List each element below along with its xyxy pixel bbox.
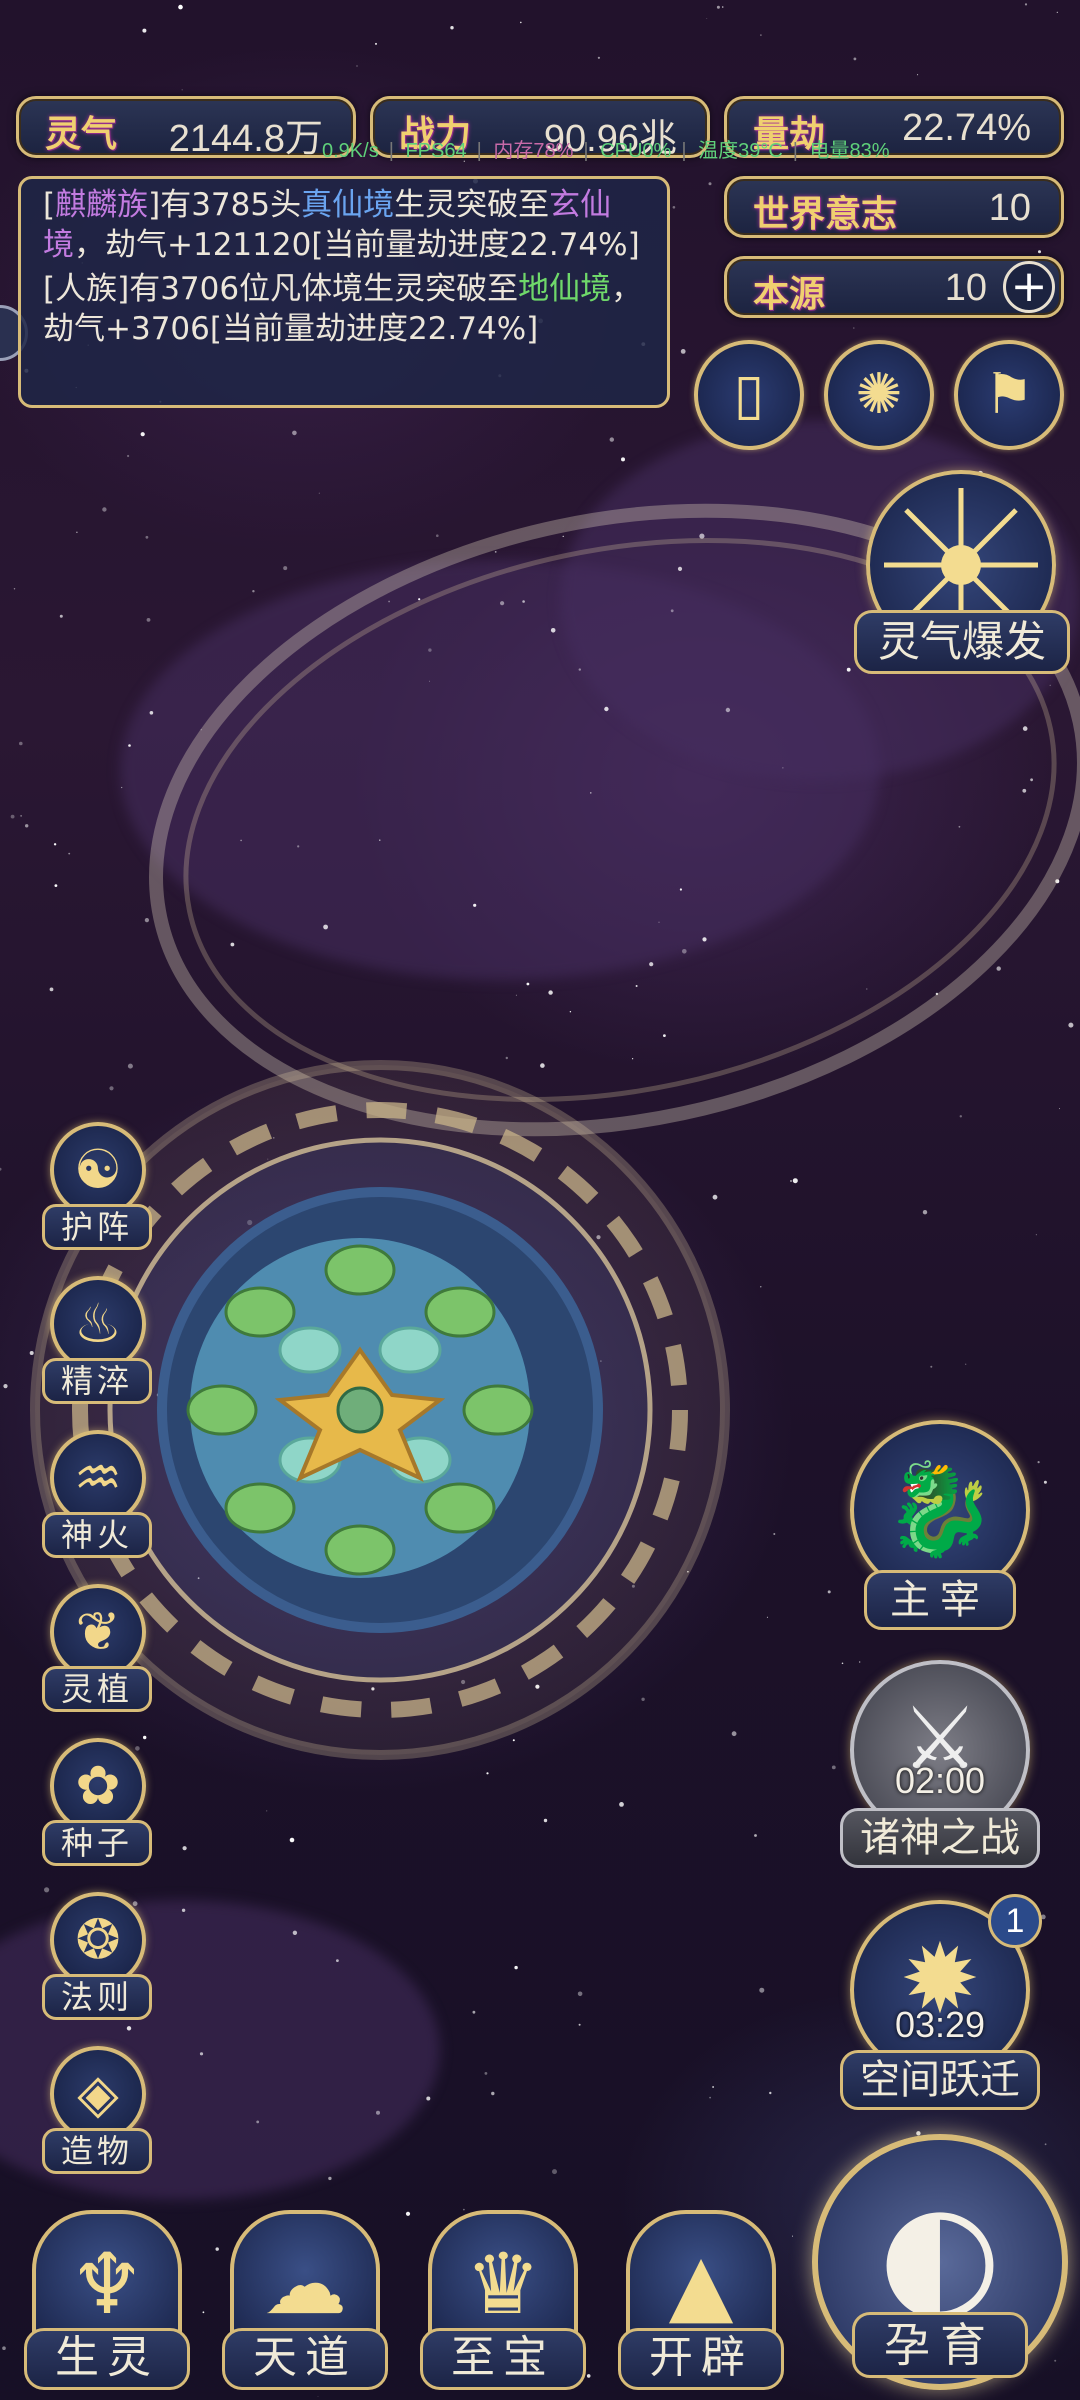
shijie-yizhi-resource[interactable]: 世界意志 10 [724,176,1064,238]
benyuan-value: 10 [944,267,987,309]
zhushen-zhizhan-button[interactable]: ⚔ 02:00 诸神之战 [840,1660,1040,1874]
vortex-icon: ✺ [855,362,903,427]
memory-readout: 内存78% [493,140,574,162]
side-item-jing-cui[interactable]: ♨ 精淬 [42,1276,152,1424]
side-item-ling-zhi[interactable]: ❦ 灵植 [42,1584,152,1732]
battery-readout: 电量83% [809,140,890,162]
yunyu-label: 孕育 [852,2312,1028,2378]
yunyu-button[interactable]: ◐ 孕育 [812,2134,1068,2390]
lingqi-resource: 灵气 2144.8万 [16,96,356,160]
benyuan-resource[interactable]: 本源 10 + [724,256,1064,318]
scroll-icon: ▯ [733,362,765,427]
temperature-readout: 温度39°C [698,140,783,162]
zhuzai-button[interactable]: 🐉 主宰 [840,1420,1040,1634]
kongjian-label: 空间跃迁 [840,2050,1040,2110]
zhushen-timer: 02:00 [894,1760,986,1801]
side-item-label: 种子 [42,1820,152,1866]
side-item-label: 法则 [42,1974,152,2020]
event-log-panel: [麒麟族]有3785头真仙境生灵突破至玄仙境，劫气+121120[当前量劫进度2… [18,176,670,408]
plus-icon[interactable]: + [1003,261,1055,313]
lingqi-label: 灵气 [45,113,118,155]
side-item-label: 精淬 [42,1358,152,1404]
side-item-label: 灵植 [42,1666,152,1712]
network-speed: 0.9K/s [322,140,379,162]
scroll-button[interactable]: ▯ [694,340,804,450]
benyuan-label: 本源 [753,273,826,315]
side-item-label: 神火 [42,1512,152,1558]
nav-label: 至宝 [420,2328,586,2390]
side-item-label: 造物 [42,2128,152,2174]
nav-tian-dao[interactable]: ☁ 天道 [212,2200,396,2400]
nav-zhi-bao[interactable]: ♛ 至宝 [410,2200,594,2400]
side-item-shen-huo[interactable]: ♒ 神火 [42,1430,152,1578]
flag-icon: ⚑ [983,362,1035,427]
side-item-hu-zhen[interactable]: ☯ 护阵 [42,1122,152,1270]
nav-label: 天道 [222,2328,388,2390]
side-item-zao-wu[interactable]: ◈ 造物 [42,2046,152,2194]
nav-kai-pi[interactable]: ▲ 开辟 [608,2200,792,2400]
burst-label: 灵气爆发 [854,610,1070,674]
side-item-zhong-zi[interactable]: ✿ 种子 [42,1738,152,1886]
shijie-yizhi-label: 世界意志 [753,193,898,235]
liangjie-value: 22.74% [902,107,1031,149]
nav-label: 开辟 [618,2328,784,2390]
log-entry: [麒麟族]有3785头真仙境生灵突破至玄仙境，劫气+121120[当前量劫进度2… [43,187,640,263]
game-scene: 灵气 2144.8万 战力 90.96兆 量劫 22.74% 0.9K/s | F… [0,0,1080,2400]
notification-badge: 1 [988,1894,1042,1948]
vortex-button[interactable]: ✺ [824,340,934,450]
shijie-yizhi-value: 10 [988,187,1031,229]
side-item-label: 护阵 [42,1204,152,1250]
zhuzai-label: 主宰 [864,1570,1016,1630]
flag-button[interactable]: ⚑ [954,340,1064,450]
fps-readout: FPS64 [405,140,467,162]
zhushen-label: 诸神之战 [840,1808,1040,1868]
debug-status-bar: 0.9K/s | FPS64 | 内存78% | CPU0% | 温度39°C | 电量8… [322,140,890,162]
nav-label: 生灵 [24,2328,190,2390]
kongjian-timer: 03:29 [894,2004,986,2045]
cpu-readout: CPU0% [600,140,672,162]
kongjian-yueqian-button[interactable]: ✹ 1 03:29 空间跃迁 [838,1894,1042,2114]
nav-sheng-ling[interactable]: ♆ 生灵 [14,2200,198,2400]
side-item-fa-ze[interactable]: ❂ 法则 [42,1892,152,2040]
lingqi-value: 2144.8万 [168,118,323,160]
log-entry: [人族]有3706位凡体境生灵突破至地仙境，劫气+3706[当前量劫进度22.7… [43,271,643,347]
lingqi-burst-button[interactable]: 灵气爆发 [854,470,1070,680]
